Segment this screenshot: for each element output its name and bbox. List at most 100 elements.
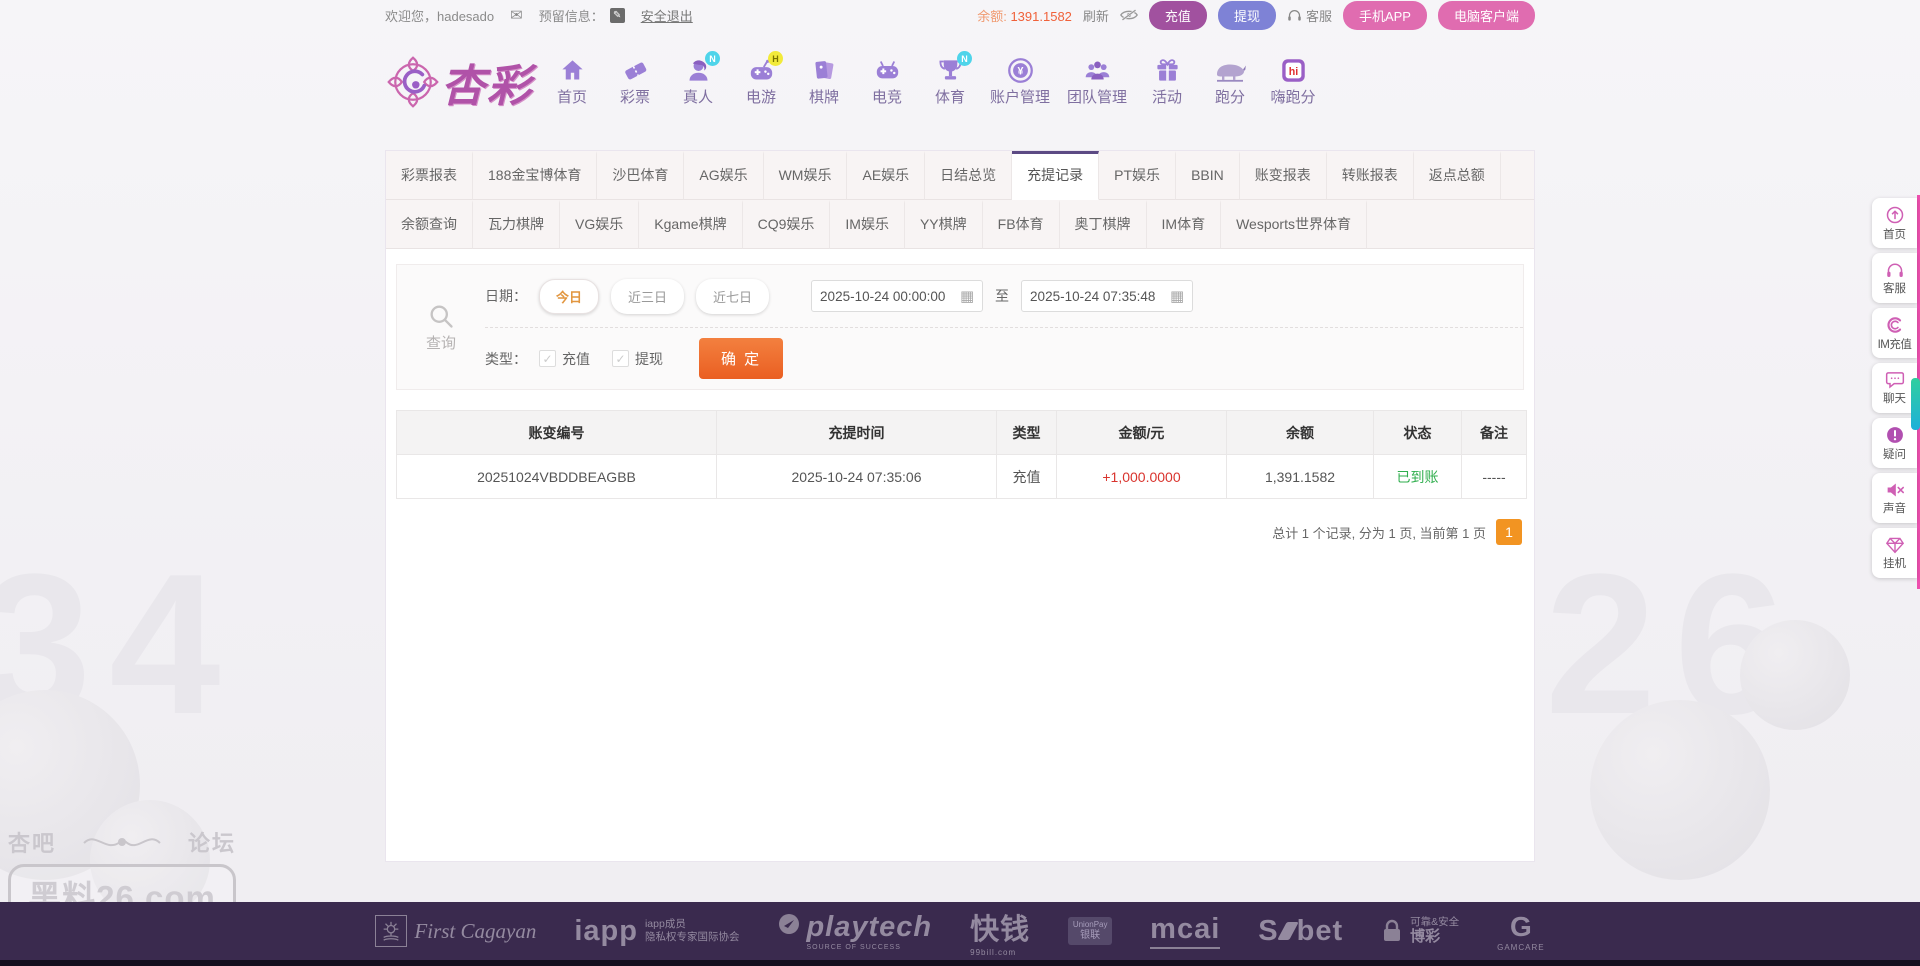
- footer-logo-unionpay[interactable]: UnionPay 银联: [1068, 917, 1112, 945]
- sidebar-item-service[interactable]: 客服: [1872, 253, 1917, 303]
- footer-logo-sbet[interactable]: S bet: [1258, 915, 1343, 948]
- reserved-info-label: 预留信息：: [539, 6, 604, 25]
- tab-account-change-report[interactable]: 账变报表: [1240, 151, 1327, 200]
- sidebar-label: 疑问: [1883, 446, 1906, 462]
- tab-cq9[interactable]: CQ9娱乐: [743, 200, 831, 249]
- logout-link[interactable]: 安全退出: [641, 6, 693, 25]
- nav-item-hi-paofen[interactable]: hi 嗨跑分: [1270, 57, 1316, 107]
- col-amount: 金额/元: [1057, 411, 1227, 455]
- deposit-checkbox[interactable]: ✓: [539, 350, 556, 367]
- nav-item-account-management[interactable]: ¥ 账户管理: [990, 57, 1050, 107]
- iapp-label: iapp: [574, 915, 638, 948]
- page-1-button[interactable]: 1: [1496, 519, 1522, 545]
- withdraw-checkbox-label: 提现: [635, 349, 663, 369]
- range-7days-pill[interactable]: 近七日: [696, 279, 769, 314]
- tab-transfer-report[interactable]: 转账报表: [1327, 151, 1414, 200]
- background-ball: [1590, 700, 1770, 880]
- pc-client-button[interactable]: 电脑客户端: [1438, 1, 1535, 30]
- tab-fb-sports[interactable]: FB体育: [983, 200, 1060, 249]
- withdraw-checkbox[interactable]: ✓: [612, 350, 629, 367]
- customer-service-link[interactable]: 客服: [1287, 6, 1332, 25]
- nav-item-live-casino[interactable]: 真人 N: [675, 57, 721, 107]
- sidebar-item-im-recharge[interactable]: IM充值: [1872, 308, 1917, 358]
- nav-item-paofen[interactable]: 跑分: [1207, 57, 1253, 107]
- nav-label: 真人: [683, 86, 713, 107]
- tab-aoding-cards[interactable]: 奥丁棋牌: [1060, 200, 1147, 249]
- calendar-icon[interactable]: ▦: [1170, 287, 1184, 305]
- deposit-checkbox-group[interactable]: ✓ 充值: [539, 349, 590, 369]
- tab-wali-cards[interactable]: 瓦力棋牌: [473, 200, 560, 249]
- tab-im-sports[interactable]: IM体育: [1147, 200, 1222, 249]
- footer-logo-iapp[interactable]: iapp iapp成员 隐私权专家国际协会: [574, 915, 739, 948]
- eye-off-icon[interactable]: [1120, 8, 1138, 22]
- nav-item-home[interactable]: 首页: [549, 57, 595, 107]
- date-to-field[interactable]: ▦: [1021, 280, 1193, 312]
- cell-time: 2025-10-24 07:35:06: [717, 455, 997, 499]
- tab-wm[interactable]: WM娱乐: [764, 151, 848, 200]
- mail-icon[interactable]: ✉: [510, 6, 523, 24]
- cell-account-change-id: 20251024VBDDBEAGBB: [397, 455, 717, 499]
- sbet-slash-icon: [1277, 922, 1299, 940]
- nav-label: 彩票: [620, 86, 650, 107]
- tab-pt[interactable]: PT娱乐: [1099, 151, 1176, 200]
- range-3days-pill[interactable]: 近三日: [611, 279, 684, 314]
- nav-item-promotions[interactable]: 活动: [1144, 57, 1190, 107]
- tab-vg[interactable]: VG娱乐: [560, 200, 639, 249]
- footer-logo-first-cagayan[interactable]: First Cagayan: [375, 915, 536, 947]
- tab-wesports[interactable]: Wesports世界体育: [1221, 200, 1367, 249]
- tab-saba-sports[interactable]: 沙巴体育: [597, 151, 684, 200]
- withdraw-button[interactable]: 提现: [1218, 1, 1276, 30]
- date-to-input[interactable]: [1030, 289, 1166, 304]
- nav-item-sports[interactable]: 体育 N: [927, 57, 973, 107]
- deposit-button[interactable]: 充值: [1149, 1, 1207, 30]
- iapp-line1: iapp成员: [645, 918, 740, 931]
- svg-text:hi: hi: [1288, 66, 1298, 78]
- footer-logo-gamcare[interactable]: G GAMCARE: [1497, 911, 1544, 952]
- ticket-icon: [622, 57, 649, 84]
- nav-item-card-games[interactable]: 棋牌: [801, 57, 847, 107]
- table-header-row: 账变编号 充提时间 类型 金额/元 余额 状态 备注: [397, 411, 1527, 455]
- withdraw-checkbox-group[interactable]: ✓ 提现: [612, 349, 663, 369]
- tab-daily-summary[interactable]: 日结总览: [925, 151, 1012, 200]
- tab-ae[interactable]: AE娱乐: [847, 151, 925, 200]
- footer-logo-playtech[interactable]: playtech SOURCE OF SUCCESS: [777, 911, 932, 951]
- nav-item-lottery[interactable]: 彩票: [612, 57, 658, 107]
- cell-status: 已到账: [1374, 455, 1462, 499]
- nav-item-team-management[interactable]: 团队管理: [1067, 57, 1127, 107]
- tab-rebate-total[interactable]: 返点总额: [1414, 151, 1501, 200]
- footer-logo-mcai[interactable]: mcai: [1150, 913, 1220, 949]
- im-recharge-icon: [1885, 315, 1905, 335]
- gamcare-letter: G: [1510, 911, 1532, 943]
- range-today-pill[interactable]: 今日: [539, 279, 599, 314]
- scrollbar-thumb[interactable]: [1911, 378, 1920, 430]
- calendar-icon[interactable]: ▦: [960, 287, 974, 305]
- tab-ag[interactable]: AG娱乐: [684, 151, 763, 200]
- search-zone[interactable]: 查询: [397, 265, 485, 389]
- sidebar-item-sound[interactable]: 声音: [1872, 473, 1917, 523]
- tab-balance-query[interactable]: 余额查询: [386, 200, 473, 249]
- refresh-button[interactable]: 刷新: [1083, 6, 1109, 25]
- tab-deposit-withdraw-records[interactable]: 充提记录: [1012, 151, 1099, 200]
- tab-im-casino[interactable]: IM娱乐: [830, 200, 905, 249]
- sidebar-item-home[interactable]: 首页: [1872, 198, 1917, 248]
- nav-item-egames[interactable]: 电游 H: [738, 57, 784, 107]
- footer-logo-kuaiqian[interactable]: 快钱 99bill.com: [970, 906, 1030, 957]
- top-bar: 欢迎您，hadesado ✉ 预留信息： ✎ 安全退出 余额: 1391.158…: [385, 0, 1535, 30]
- tab-kgame[interactable]: Kgame棋牌: [639, 200, 742, 249]
- search-label: 查询: [426, 332, 456, 353]
- confirm-button[interactable]: 确 定: [699, 338, 783, 379]
- brand-logo[interactable]: 杏彩: [385, 50, 533, 114]
- date-from-input[interactable]: [820, 289, 956, 304]
- tab-bbin[interactable]: BBIN: [1176, 151, 1240, 200]
- edit-icon[interactable]: ✎: [610, 8, 625, 23]
- tab-lottery-report[interactable]: 彩票报表: [386, 151, 473, 200]
- sidebar-item-afk[interactable]: 挂机: [1872, 528, 1917, 578]
- mobile-app-button[interactable]: 手机APP: [1343, 1, 1427, 30]
- chat-bubble-icon: [1885, 370, 1905, 389]
- footer-logo-safe-gambling[interactable]: 可靠&安全 博彩: [1381, 916, 1459, 947]
- tab-yy-cards[interactable]: YY棋牌: [905, 200, 983, 249]
- date-from-field[interactable]: ▦: [811, 280, 983, 312]
- nav-item-esports[interactable]: 电竞: [864, 57, 910, 107]
- tab-188-sports[interactable]: 188金宝博体育: [473, 151, 597, 200]
- tabs-filler: [1501, 151, 1534, 200]
